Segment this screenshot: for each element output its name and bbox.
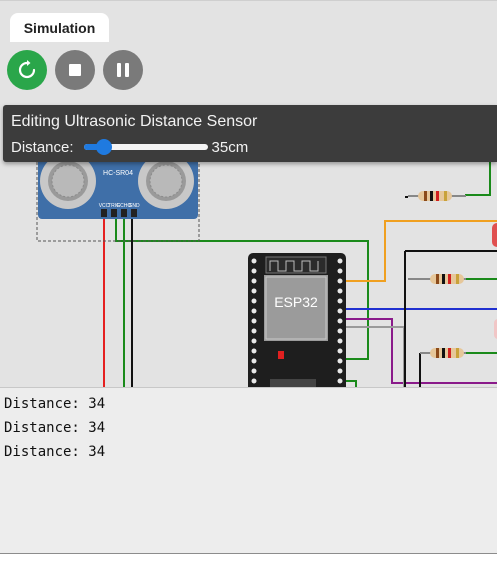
led-red [492, 223, 497, 247]
wire-gray [342, 326, 405, 387]
resistor [408, 191, 466, 201]
resistor [408, 274, 466, 284]
sensor-model-label: HC-SR04 [103, 170, 133, 177]
editor-title: Editing Ultrasonic Distance Sensor [11, 113, 258, 130]
resistor [420, 348, 466, 358]
serial-output-line: Distance: 34 [4, 444, 106, 460]
bottom-divider [0, 553, 497, 554]
stop-icon [69, 64, 81, 76]
restart-icon [18, 60, 36, 79]
distance-label: Distance: [11, 138, 74, 156]
serial-output-line: Distance: 34 [4, 420, 106, 436]
restart-simulation-button[interactable] [7, 50, 47, 90]
pause-icon [117, 63, 129, 77]
stop-simulation-button[interactable] [55, 50, 95, 90]
slider-thumb[interactable] [95, 139, 112, 155]
board-label: ESP32 [274, 294, 318, 310]
distance-slider[interactable] [83, 138, 208, 156]
sensor-pin [101, 209, 107, 217]
wire-green-top [465, 161, 491, 196]
sensor-pin [121, 209, 127, 217]
ultrasonic-sensor[interactable]: HC-SR04 VCC TRIG ECHO GND [36, 150, 200, 242]
esp32-board[interactable]: ESP32 [248, 253, 346, 387]
pause-simulation-button[interactable] [103, 50, 143, 90]
sensor-pin [131, 209, 137, 217]
simulator-window: HC-SR04 VCC TRIG ECHO GND ESP32 Simulati… [0, 0, 497, 573]
wire-black-right [404, 196, 408, 387]
tab-simulation[interactable]: Simulation [10, 13, 109, 42]
serial-monitor: Distance: 34 Distance: 34 Distance: 34 [0, 387, 497, 554]
component-editor-panel: Editing Ultrasonic Distance Sensor Dista… [3, 105, 497, 162]
distance-value: 35cm [211, 138, 249, 156]
sensor-pin [111, 209, 117, 217]
simulation-canvas[interactable]: HC-SR04 VCC TRIG ECHO GND ESP32 Simulati… [0, 1, 497, 387]
distance-control: Distance: 35cm [11, 137, 248, 157]
serial-output-line: Distance: 34 [4, 396, 106, 412]
sensor-pin-label: GND [128, 203, 140, 209]
